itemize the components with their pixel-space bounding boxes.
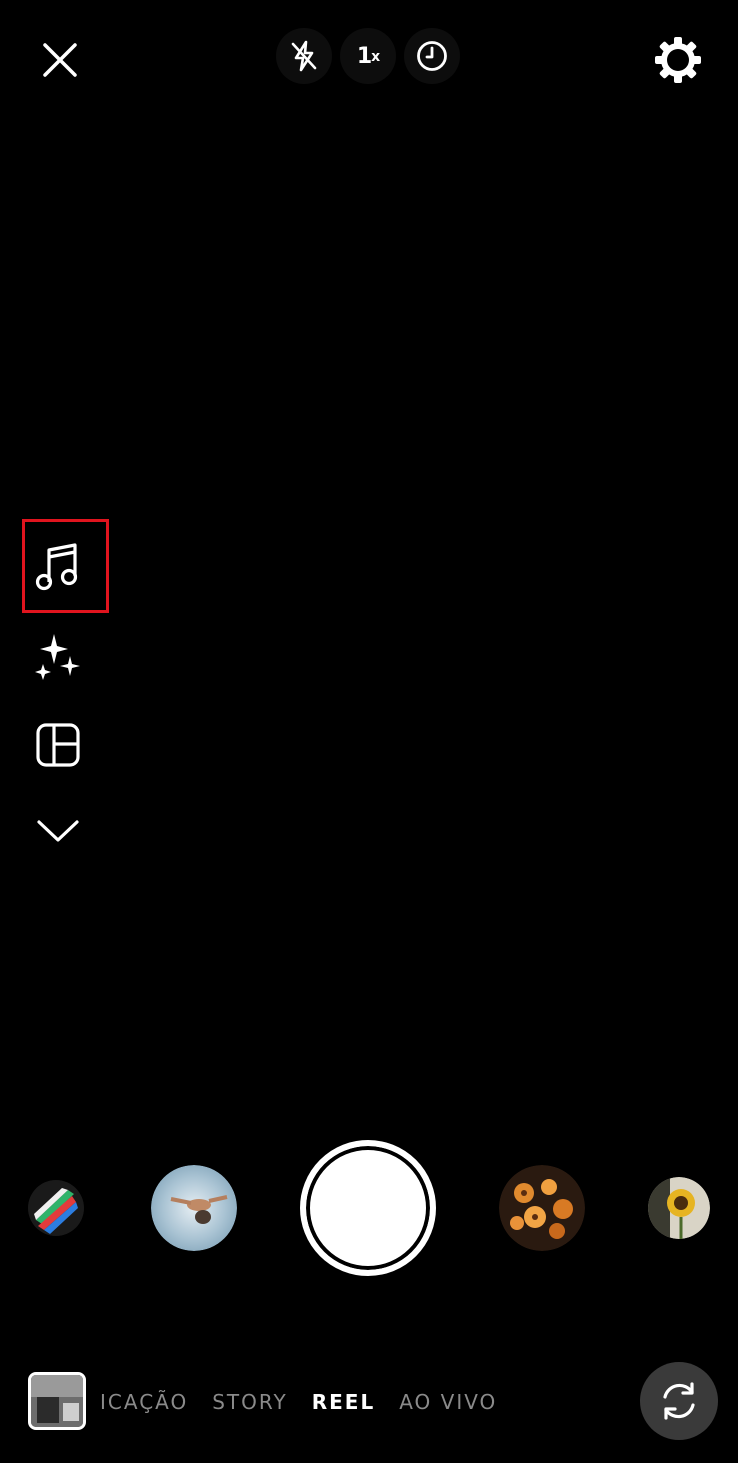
- settings-gear-icon: [655, 37, 701, 83]
- close-icon: [43, 43, 77, 77]
- close-button[interactable]: [30, 30, 90, 90]
- more-tools-button[interactable]: [22, 795, 94, 867]
- mode-live[interactable]: AO VIVO: [399, 1390, 497, 1414]
- effects-button[interactable]: [22, 620, 94, 692]
- layout-grid-icon: [36, 723, 80, 767]
- flip-camera-button[interactable]: [640, 1362, 718, 1440]
- settings-button[interactable]: [648, 30, 708, 90]
- zoom-button[interactable]: 1x: [340, 28, 396, 84]
- effect-colorful-stripes[interactable]: [28, 1180, 84, 1236]
- music-button[interactable]: [22, 530, 94, 602]
- mode-selector: ICAÇÃO STORY REEL AO VIVO: [100, 1387, 497, 1417]
- chevron-down-icon: [37, 820, 79, 842]
- sunflower-thumb: [648, 1177, 710, 1239]
- person-water-thumb: [151, 1165, 237, 1251]
- colorful-stripes-thumb: [28, 1180, 84, 1236]
- mode-reel[interactable]: REEL: [312, 1390, 375, 1414]
- timer-button[interactable]: [404, 28, 460, 84]
- gallery-thumbnail: [31, 1375, 83, 1427]
- mode-story[interactable]: STORY: [212, 1390, 288, 1414]
- orange-flowers-thumb: [499, 1165, 585, 1251]
- gallery-button[interactable]: [28, 1372, 86, 1430]
- flash-toggle-button[interactable]: [276, 28, 332, 84]
- zoom-level: 1x: [356, 43, 380, 69]
- timer-icon: [417, 41, 447, 71]
- effect-person-water-photo[interactable]: [151, 1165, 237, 1251]
- flash-off-icon: [291, 40, 317, 72]
- mode-publication[interactable]: ICAÇÃO: [100, 1390, 188, 1414]
- flip-camera-icon: [663, 1382, 695, 1420]
- shutter-button[interactable]: [300, 1140, 436, 1276]
- layout-button[interactable]: [22, 709, 94, 781]
- effect-orange-flowers-photo[interactable]: [499, 1165, 585, 1251]
- music-note-icon: [35, 543, 78, 591]
- effect-sunflower-photo[interactable]: [648, 1177, 710, 1239]
- sparkles-effects-icon: [35, 634, 80, 680]
